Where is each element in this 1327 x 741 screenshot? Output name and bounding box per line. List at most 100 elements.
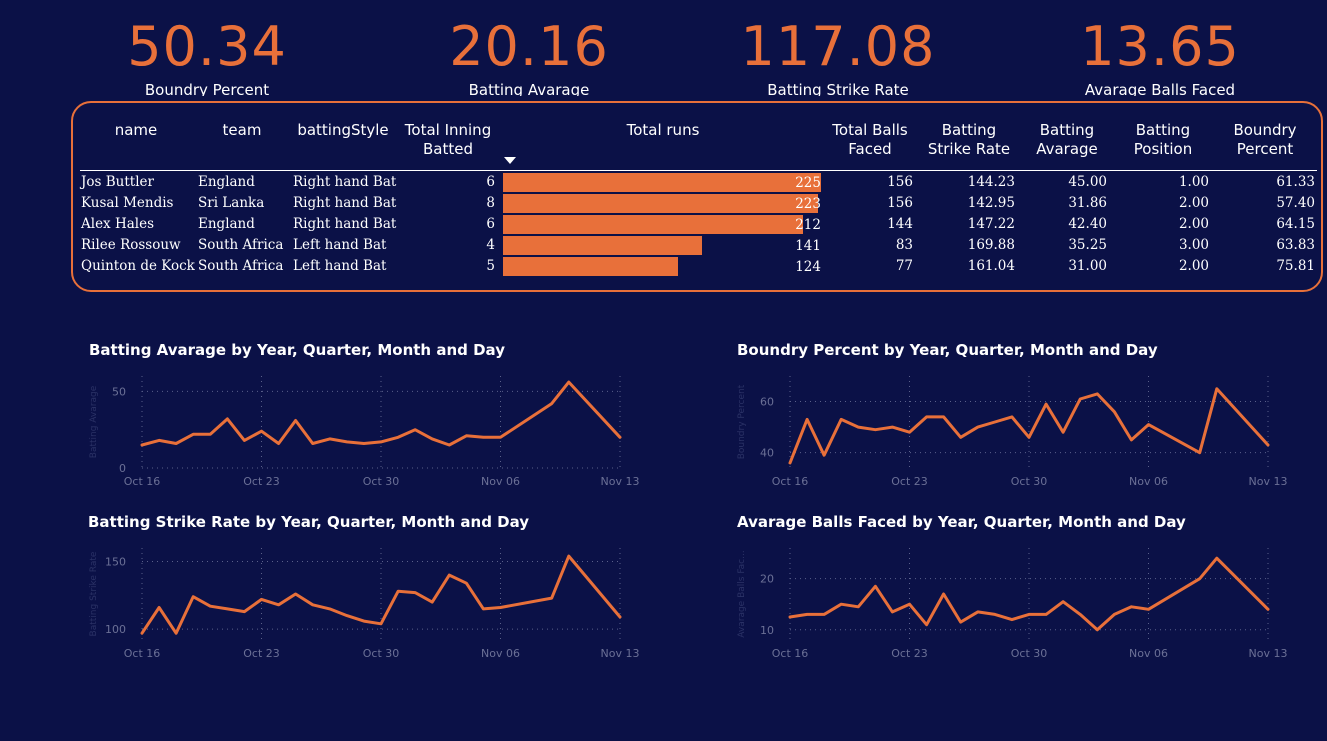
batting-table: name team battingStyle Total Inning Batt… xyxy=(71,101,1323,292)
x-tick-label: Nov 13 xyxy=(1249,475,1288,488)
x-tick-label: Oct 23 xyxy=(891,647,928,660)
y-tick-label: 40 xyxy=(760,447,774,460)
table-row[interactable]: Jos Buttler England Right hand Bat 6 156 144.… xyxy=(73,172,1321,192)
x-tick-label: Oct 30 xyxy=(363,647,400,660)
y-tick-label: 60 xyxy=(760,396,774,409)
kpi-label: Batting Avarage xyxy=(468,81,590,96)
cell-batting-average: 42.40 xyxy=(1068,216,1107,232)
cell-team: England xyxy=(198,216,255,232)
x-tick-label: Oct 16 xyxy=(772,647,809,660)
x-tick-label: Oct 23 xyxy=(891,475,928,488)
cell-total-inning: 5 xyxy=(486,258,495,274)
cell-batting-average: 31.86 xyxy=(1068,195,1107,211)
x-tick-label: Oct 23 xyxy=(243,475,280,488)
kpi-value: 50.34 xyxy=(127,15,287,78)
kpi-label: Boundry Percent xyxy=(144,81,270,96)
batting-strike-rate-line-chart[interactable]: Batting Strike Rate Oct 16 Oct 23 Oct 30 Nov… xyxy=(84,542,644,662)
cell-name: Rilee Rossouw xyxy=(81,237,181,253)
cell-name: Kusal Mendis xyxy=(81,195,174,211)
kpi-label: Avarage Balls Faced xyxy=(1084,81,1236,96)
runs-bar xyxy=(503,257,678,276)
kpi-value: 20.16 xyxy=(449,15,609,78)
table-row[interactable]: Rilee Rossouw South Africa Left hand Bat 4 8… xyxy=(73,235,1321,255)
column-header-total-inning-batted[interactable]: Total Inning Batted xyxy=(401,121,495,159)
kpi-boundry-percent: 50.34 Boundry Percent xyxy=(77,14,337,96)
table-row[interactable]: Alex Hales England Right hand Bat 6 144 147.2… xyxy=(73,214,1321,234)
cell-batting-strike-rate: 169.88 xyxy=(967,237,1015,253)
y-axis-label: Boundry Percent xyxy=(737,384,747,459)
cell-boundry-percent: 61.33 xyxy=(1276,174,1315,190)
x-tick-label: Oct 16 xyxy=(124,475,161,488)
column-header-total-runs[interactable]: Total runs xyxy=(603,121,723,140)
x-tick-label: Oct 16 xyxy=(124,647,161,660)
x-tick-label: Nov 06 xyxy=(1129,475,1168,488)
cell-total-inning: 8 xyxy=(486,195,495,211)
runs-bar xyxy=(503,236,702,255)
x-tick-label: Nov 13 xyxy=(1249,647,1288,660)
cell-batting-style: Right hand Bat xyxy=(293,195,397,211)
cell-batting-position: 3.00 xyxy=(1178,237,1209,253)
column-header-boundry-percent[interactable]: Boundry Percent xyxy=(1227,121,1303,159)
cell-batting-strike-rate: 147.22 xyxy=(967,216,1015,232)
cell-total-inning: 6 xyxy=(486,174,495,190)
runs-value: 124 xyxy=(795,259,821,275)
runs-bar-cell: 225 xyxy=(503,173,821,192)
runs-bar xyxy=(503,215,803,234)
table-row[interactable]: Kusal Mendis Sri Lanka Right hand Bat 8 156 1… xyxy=(73,193,1321,213)
cell-batting-style: Left hand Bat xyxy=(293,237,387,253)
runs-bar-cell: 212 xyxy=(503,215,821,234)
column-header-team[interactable]: team xyxy=(207,121,277,140)
runs-value: 223 xyxy=(795,196,821,212)
cell-team: South Africa xyxy=(198,258,284,274)
column-header-batting-style[interactable]: battingStyle xyxy=(293,121,393,140)
average-balls-faced-line-chart[interactable]: Avarage Balls Fac... Oct 16 Oct 23 Oct 30 No… xyxy=(732,542,1292,662)
column-header-batting-average[interactable]: Batting Avarage xyxy=(1029,121,1105,159)
chart-title-boundry-percent: Boundry Percent by Year, Quarter, Month … xyxy=(737,341,1158,359)
y-tick-label: 100 xyxy=(105,623,126,636)
x-tick-label: Oct 23 xyxy=(243,647,280,660)
cell-boundry-percent: 75.81 xyxy=(1276,258,1315,274)
x-tick-label: Nov 06 xyxy=(481,647,520,660)
cell-batting-strike-rate: 144.23 xyxy=(967,174,1015,190)
y-axis-label: Batting Avarage xyxy=(89,385,99,458)
x-tick-label: Oct 30 xyxy=(1011,647,1048,660)
column-header-total-balls-faced[interactable]: Total Balls Faced xyxy=(825,121,915,159)
y-tick-label: 20 xyxy=(760,573,774,586)
cell-batting-position: 2.00 xyxy=(1178,258,1209,274)
cell-total-balls-faced: 83 xyxy=(895,237,913,253)
cell-boundry-percent: 63.83 xyxy=(1276,237,1315,253)
x-tick-label: Nov 06 xyxy=(481,475,520,488)
x-tick-label: Oct 30 xyxy=(1011,475,1048,488)
cell-total-balls-faced: 156 xyxy=(887,195,913,211)
cell-total-inning: 4 xyxy=(486,237,495,253)
kpi-value: 117.08 xyxy=(740,15,936,78)
cell-batting-position: 2.00 xyxy=(1178,195,1209,211)
cell-name: Jos Buttler xyxy=(81,174,154,190)
cell-batting-average: 31.00 xyxy=(1068,258,1107,274)
sort-descending-icon[interactable] xyxy=(504,157,516,164)
batting-average-line-chart[interactable]: Batting Avarage Oct 16 Oct 23 Oct 30 Nov 06 N… xyxy=(84,370,644,490)
cell-batting-style: Left hand Bat xyxy=(293,258,387,274)
cell-batting-position: 1.00 xyxy=(1178,174,1209,190)
runs-bar-cell: 124 xyxy=(503,257,821,276)
boundry-percent-line-chart[interactable]: Boundry Percent Oct 16 Oct 23 Oct 30 Nov 06 N… xyxy=(732,370,1292,490)
x-tick-label: Nov 13 xyxy=(601,647,640,660)
cell-batting-average: 45.00 xyxy=(1068,174,1107,190)
cell-boundry-percent: 57.40 xyxy=(1276,195,1315,211)
cell-name: Quinton de Kock xyxy=(81,258,195,274)
kpi-average-balls-faced: 13.65 Avarage Balls Faced xyxy=(1030,14,1290,96)
chart-title-batting-average: Batting Avarage by Year, Quarter, Month … xyxy=(89,341,505,359)
cell-total-balls-faced: 156 xyxy=(887,174,913,190)
x-tick-label: Nov 13 xyxy=(601,475,640,488)
cell-batting-position: 2.00 xyxy=(1178,216,1209,232)
table-row[interactable]: Quinton de Kock South Africa Left hand Bat… xyxy=(73,256,1321,276)
runs-bar xyxy=(503,194,818,213)
column-header-name[interactable]: name xyxy=(101,121,171,140)
column-header-batting-strike-rate[interactable]: Batting Strike Rate xyxy=(923,121,1015,159)
kpi-batting-strike-rate: 117.08 Batting Strike Rate xyxy=(708,14,968,96)
runs-bar-cell: 223 xyxy=(503,194,821,213)
x-tick-label: Oct 30 xyxy=(363,475,400,488)
column-header-batting-position[interactable]: Batting Position xyxy=(1125,121,1201,159)
y-axis-label: Avarage Balls Fac... xyxy=(737,550,747,637)
cell-total-balls-faced: 77 xyxy=(895,258,913,274)
